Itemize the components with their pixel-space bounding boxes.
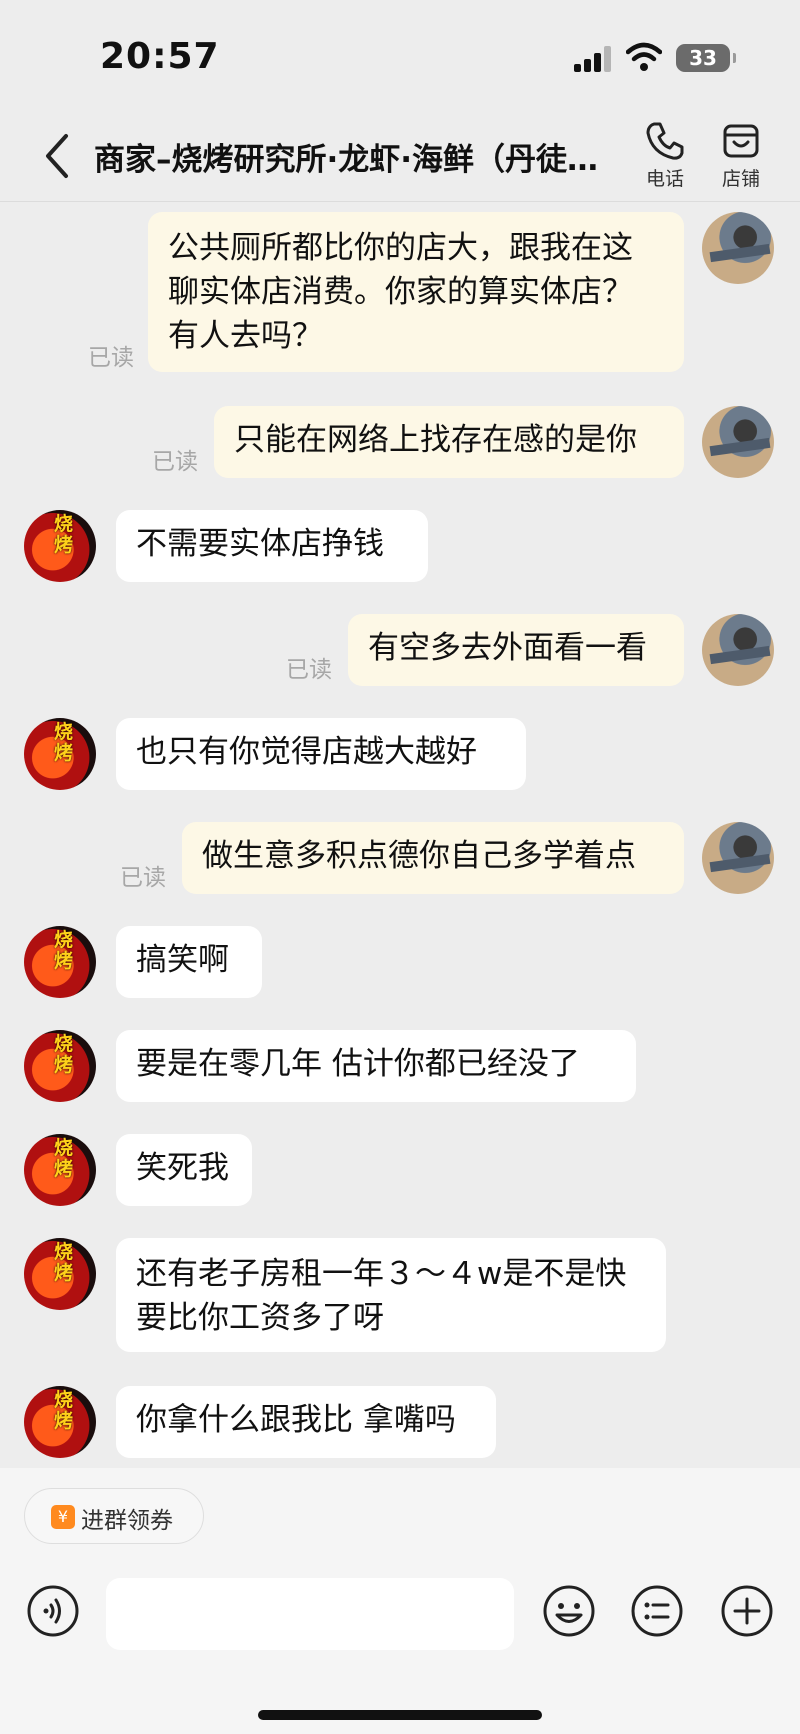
emoji-icon[interactable] [542, 1584, 596, 1638]
outgoing-message-bubble[interactable]: 只能在网络上找存在感的是你 [214, 406, 684, 478]
incoming-message-bubble[interactable]: 搞笑啊 [116, 926, 262, 998]
user-avatar[interactable] [702, 212, 774, 284]
incoming-message-bubble[interactable]: 也只有你觉得店越大越好 [116, 718, 526, 790]
incoming-message-bubble[interactable]: 笑死我 [116, 1134, 252, 1206]
message-input[interactable] [106, 1578, 514, 1650]
shop-avatar[interactable]: 烧烤 [24, 926, 96, 998]
shop-avatar-text: 烧烤 [54, 1137, 74, 1180]
home-indicator[interactable] [258, 1710, 542, 1720]
shop-avatar[interactable]: 烧烤 [24, 1134, 96, 1206]
chat-title[interactable]: 商家–烧烤研究所·龙虾·海鲜（丹徒… [94, 134, 634, 179]
read-receipt: 已读 [286, 657, 332, 683]
store-label: 店铺 [721, 168, 760, 190]
battery-icon: 33 [676, 44, 736, 72]
shop-avatar[interactable]: 烧烤 [24, 1386, 96, 1458]
phone-label: 电话 [645, 168, 684, 190]
outgoing-message-bubble[interactable]: 有空多去外面看一看 [348, 614, 684, 686]
incoming-message-bubble[interactable]: 你拿什么跟我比 拿嘴吗 [116, 1386, 496, 1458]
phone-button[interactable]: 电话 [630, 120, 700, 191]
shop-avatar-text: 烧烤 [54, 1033, 74, 1076]
shop-avatar-text: 烧烤 [54, 513, 74, 556]
read-receipt: 已读 [120, 865, 166, 891]
shop-avatar-text: 烧烤 [54, 1389, 74, 1432]
shop-avatar-text: 烧烤 [54, 1241, 74, 1284]
read-receipt: 已读 [152, 449, 198, 475]
outgoing-message-bubble[interactable]: 做生意多积点德你自己多学着点 [182, 822, 684, 894]
shop-avatar[interactable]: 烧烤 [24, 1030, 96, 1102]
wifi-icon [626, 42, 662, 71]
voice-icon[interactable] [26, 1584, 80, 1638]
store-icon [723, 124, 759, 158]
shop-avatar[interactable]: 烧烤 [24, 1238, 96, 1310]
incoming-message-bubble[interactable]: 还有老子房租一年３～４w是不是快 要比你工资多了呀 [116, 1238, 666, 1352]
plus-icon[interactable] [720, 1584, 774, 1638]
shop-avatar[interactable]: 烧烤 [24, 718, 96, 790]
status-time: 20:57 [100, 36, 220, 77]
signal-icon [574, 46, 614, 72]
chat-header: 商家–烧烤研究所·龙虾·海鲜（丹徒… 电话 店铺 [0, 110, 800, 202]
incoming-message-bubble[interactable]: 不需要实体店挣钱 [116, 510, 428, 582]
user-avatar[interactable] [702, 822, 774, 894]
chevron-left-icon[interactable] [38, 128, 78, 184]
store-button[interactable]: 店铺 [706, 120, 776, 191]
coupon-chip[interactable]: ¥ 进群领券 [24, 1488, 204, 1544]
coupon-label: 进群领券 [81, 1508, 173, 1534]
coupon-icon: ¥ [51, 1505, 75, 1529]
list-icon[interactable] [630, 1584, 684, 1638]
status-bar: 20:57 33 [0, 0, 800, 110]
user-avatar[interactable] [702, 614, 774, 686]
read-receipt: 已读 [88, 345, 134, 371]
phone-icon [646, 122, 684, 160]
user-avatar[interactable] [702, 406, 774, 478]
shop-avatar-text: 烧烤 [54, 721, 74, 764]
input-area: ¥ 进群领券 [0, 1468, 800, 1734]
outgoing-message-bubble[interactable]: 公共厕所都比你的店大，跟我在这 聊实体店消费。你家的算实体店？ 有人去吗？ [148, 212, 684, 372]
shop-avatar[interactable]: 烧烤 [24, 510, 96, 582]
shop-avatar-text: 烧烤 [54, 929, 74, 972]
incoming-message-bubble[interactable]: 要是在零几年 估计你都已经没了 [116, 1030, 636, 1102]
